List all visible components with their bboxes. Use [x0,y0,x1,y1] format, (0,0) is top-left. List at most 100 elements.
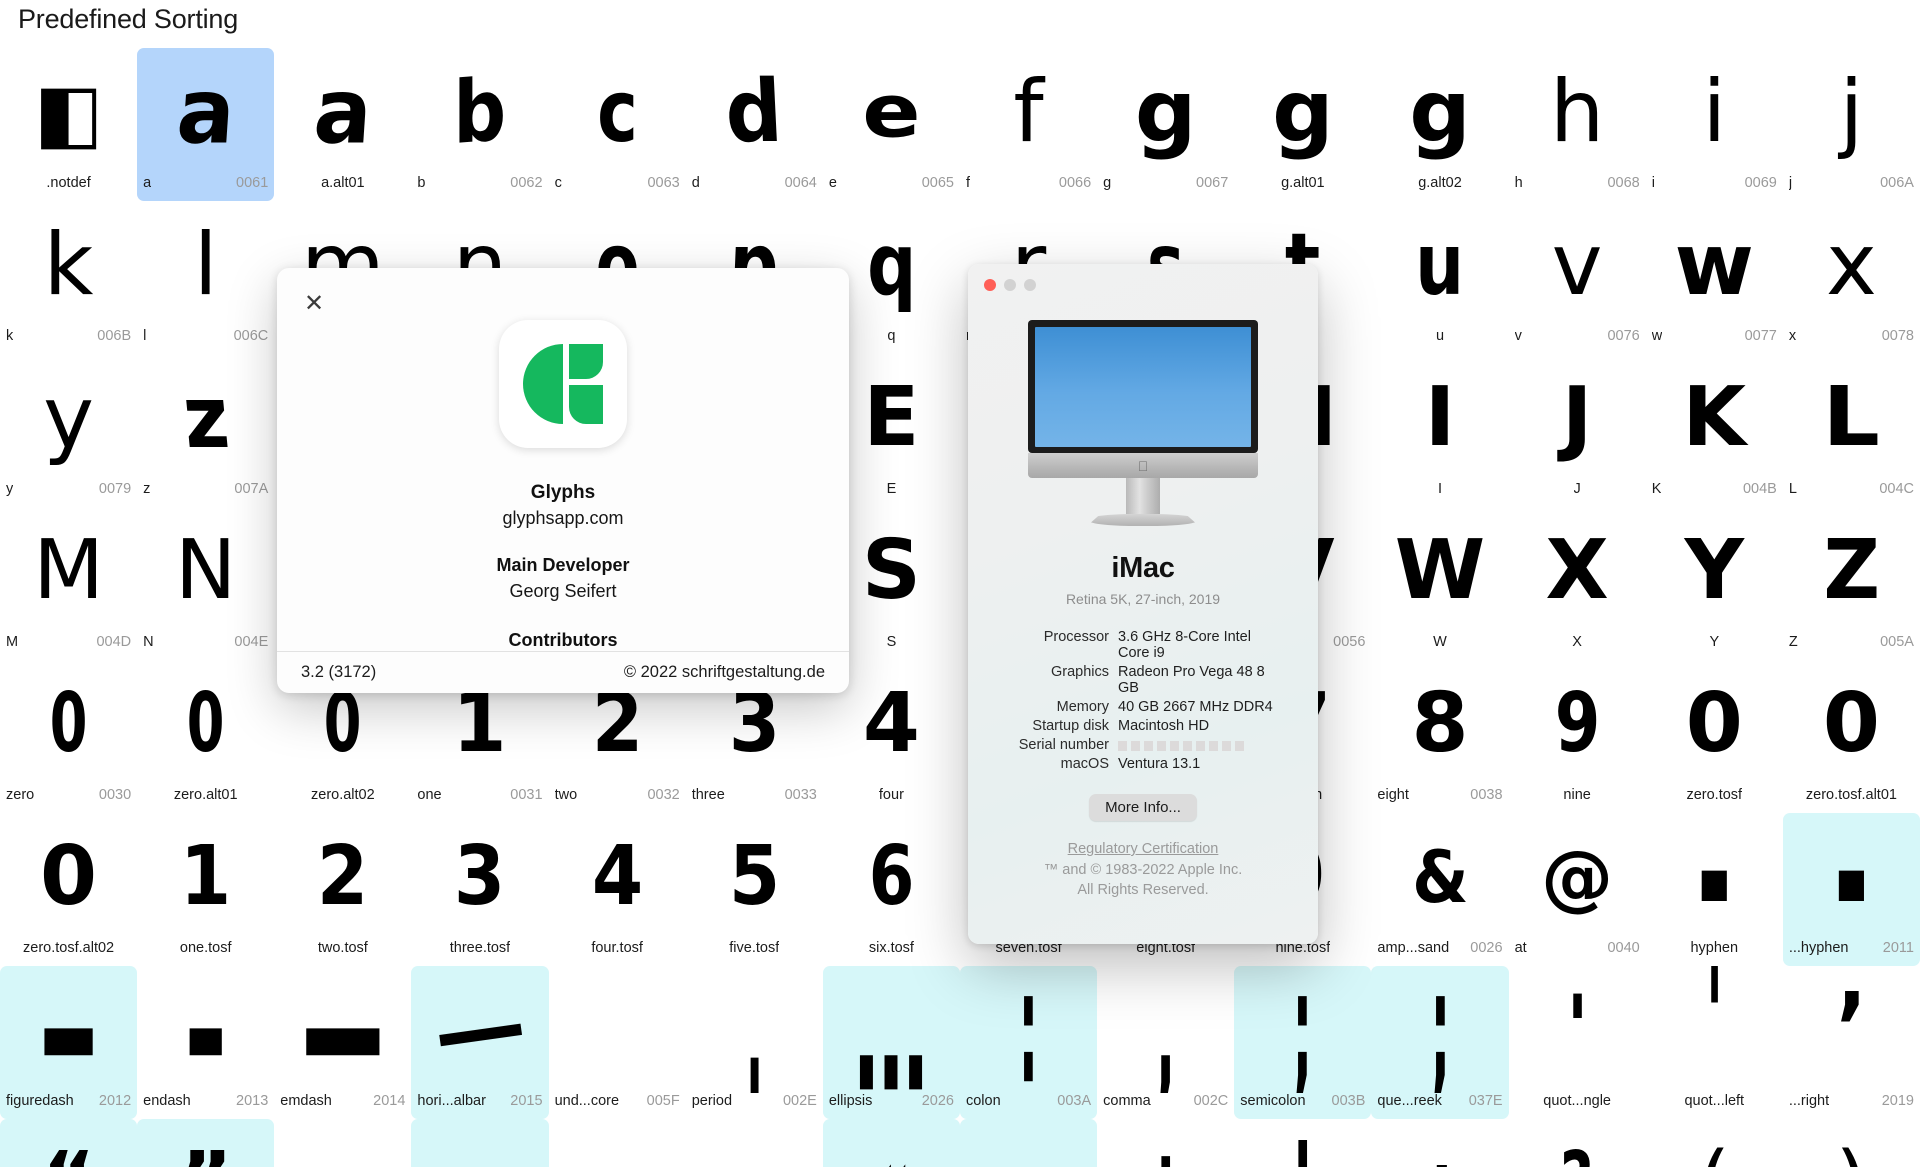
glyph-unicode: 0030 [98,787,132,803]
glyph-name: hori...albar [417,1093,486,1109]
glyph-cell[interactable]: – endash 2013 [137,966,274,1119]
glyph-preview: w [1646,201,1783,328]
glyph-shape: 0 [324,675,362,771]
glyph-cell[interactable]: ¿que...own00BF [1371,1119,1508,1167]
glyph-cell[interactable]: ›guil...lright203A [686,1119,823,1167]
more-info-button[interactable]: More Info... [1089,794,1197,821]
glyph-cell[interactable]: ― hori...albar 2015 [411,966,549,1119]
glyph-cell[interactable]: M M 004D [0,507,137,660]
glyph-cell[interactable]: ‒ figuredash 2012 [0,966,138,1119]
glyph-cell[interactable]: ¡excl...own00A1 [1097,1119,1234,1167]
glyph-meta: at 0040 [1509,940,1646,960]
glyph-cell[interactable]: 2 two.tosf [274,813,411,966]
glyph-cell[interactable]: (parenleft0028 [1646,1119,1783,1167]
glyph-meta: .notdef [0,175,137,195]
glyph-cell[interactable]: y y 0079 [0,354,137,507]
glyph-cell[interactable]: b b 0062 [411,48,548,201]
glyph-cell[interactable]: l l 006C [137,201,274,354]
glyph-cell[interactable]: , comma 002C [1097,966,1234,1119]
glyph-cell[interactable]: g g.alt02 [1371,48,1508,201]
glyph-cell[interactable]: ; semicolon 003B [1234,966,1372,1119]
close-icon[interactable]: ✕ [300,290,328,318]
glyph-shape: ‹ [605,1147,629,1167]
glyph-cell[interactable]: 4 four.tosf [549,813,686,966]
glyph-cell[interactable]: 0 zero.tosf [1646,660,1783,813]
glyph-cell[interactable]: a a.alt01 [274,48,411,201]
close-window-button[interactable] [984,279,996,291]
glyph-cell[interactable]: )parenright0029 [1783,1119,1920,1167]
glyph-cell[interactable]: 0 zero 0030 [0,660,137,813]
glyph-cell[interactable]: ?question003F [1509,1119,1646,1167]
glyph-cell[interactable]: N N 004E [137,507,274,660]
glyph-cell[interactable]: c c 0063 [549,48,686,201]
minimize-window-button[interactable] [1004,279,1016,291]
glyph-unicode: 0063 [647,175,680,191]
glyph-cell[interactable]: . period 002E [686,966,823,1119]
glyph-cell[interactable]: h h 0068 [1509,48,1646,201]
glyph-cell[interactable]: @ at 0040 [1509,813,1646,966]
glyph-cell[interactable]: a a 0061 [137,48,275,201]
glyph-cell[interactable]: ' quot...ngle [1509,966,1646,1119]
glyph-cell[interactable]: „quot...ase201E [411,1119,549,1167]
glyph-cell[interactable]: »guill...right00BB [959,1119,1098,1167]
glyph-cell[interactable]: 9 nine [1509,660,1646,813]
glyph-cell[interactable]: 0 zero.alt01 [137,660,274,813]
glyph-meta: quot...ngle [1509,1093,1646,1113]
glyph-cell[interactable]: … ellipsis 2026 [822,966,960,1119]
glyph-cell[interactable]: “quot...lleft201C [0,1119,138,1167]
glyph-cell[interactable]: : colon 003A [959,966,1098,1119]
glyph-unicode: 0064 [784,175,817,191]
glyph-cell[interactable]: ‐ ...hyphen 2011 [1782,813,1920,966]
glyph-cell[interactable]: i i 0069 [1646,48,1783,201]
glyph-cell[interactable]: z z 007A [137,354,274,507]
glyph-cell[interactable]: x x 0078 [1783,201,1920,354]
main-developer-name: Georg Seifert [509,581,617,601]
glyph-cell[interactable]: 3 three.tosf [411,813,548,966]
glyph-cell[interactable]: uu [1371,201,1508,354]
glyph-cell[interactable]: ’ ...right 2019 [1783,966,1920,1119]
glyph-shape: ! [1292,1129,1314,1167]
glyph-cell[interactable]: K K 004B [1646,354,1783,507]
glyph-cell[interactable]: JJ [1509,354,1646,507]
glyph-cell[interactable]: ; que...reek 037E [1371,966,1509,1119]
glyph-cell[interactable]: _ und...core 005F [549,966,686,1119]
glyph-cell[interactable]: ”quot...ight201D [137,1119,275,1167]
glyph-cell[interactable]: WW [1371,507,1508,660]
glyph-cell[interactable]: !exclam0021 [1234,1119,1371,1167]
glyph-cell[interactable]: XX [1509,507,1646,660]
glyph-cell[interactable]: 6 six.tosf [823,813,960,966]
glyph-cell[interactable]: ‹guil...glleft2039 [549,1119,686,1167]
glyph-cell[interactable]: j j 006A [1783,48,1920,201]
zoom-window-button[interactable] [1024,279,1036,291]
glyph-cell[interactable]: - hyphen [1646,813,1783,966]
glyph-cell[interactable]: ' quot...left [1646,966,1783,1119]
glyph-cell[interactable]: & amp...sand 0026 [1371,813,1508,966]
imac-stand-foot [1087,514,1199,526]
glyph-cell[interactable]: 0 zero.tosf.alt01 [1783,660,1920,813]
glyph-preview: ( [1646,1119,1783,1167]
glyph-cell[interactable]: w w 0077 [1646,201,1783,354]
glyph-cell[interactable]: ‚quot...ase201A [274,1119,411,1167]
glyph-cell[interactable]: 1 one.tosf [137,813,274,966]
glyph-cell[interactable]: k k 006B [0,201,137,354]
glyph-cell[interactable]: d d 0064 [686,48,823,201]
glyph-cell[interactable]: ◧ .notdef [0,48,137,201]
glyph-shape: Z [1823,522,1880,618]
glyph-cell[interactable]: 5 five.tosf [686,813,823,966]
glyph-cell[interactable]: g g.alt01 [1234,48,1371,201]
glyph-cell[interactable]: 0 zero.tosf.alt02 [0,813,137,966]
glyph-cell[interactable]: L L 004C [1783,354,1920,507]
glyph-cell[interactable]: g g 0067 [1097,48,1234,201]
glyph-cell[interactable]: — emdash 2014 [274,966,411,1119]
glyph-cell[interactable]: «guill...tleft00AB [822,1119,960,1167]
glyph-cell[interactable]: Z Z 005A [1783,507,1920,660]
glyph-cell[interactable]: e e 0065 [823,48,960,201]
glyph-cell[interactable]: YY [1646,507,1783,660]
glyph-cell[interactable]: 8 eight 0038 [1371,660,1508,813]
glyph-cell[interactable]: II [1371,354,1508,507]
regulatory-certification-link[interactable]: Regulatory Certification [968,841,1318,857]
glyph-meta: g 0067 [1097,175,1234,195]
app-url[interactable]: glyphsapp.com [502,508,623,529]
glyph-cell[interactable]: v v 0076 [1509,201,1646,354]
glyph-cell[interactable]: f f 0066 [960,48,1097,201]
